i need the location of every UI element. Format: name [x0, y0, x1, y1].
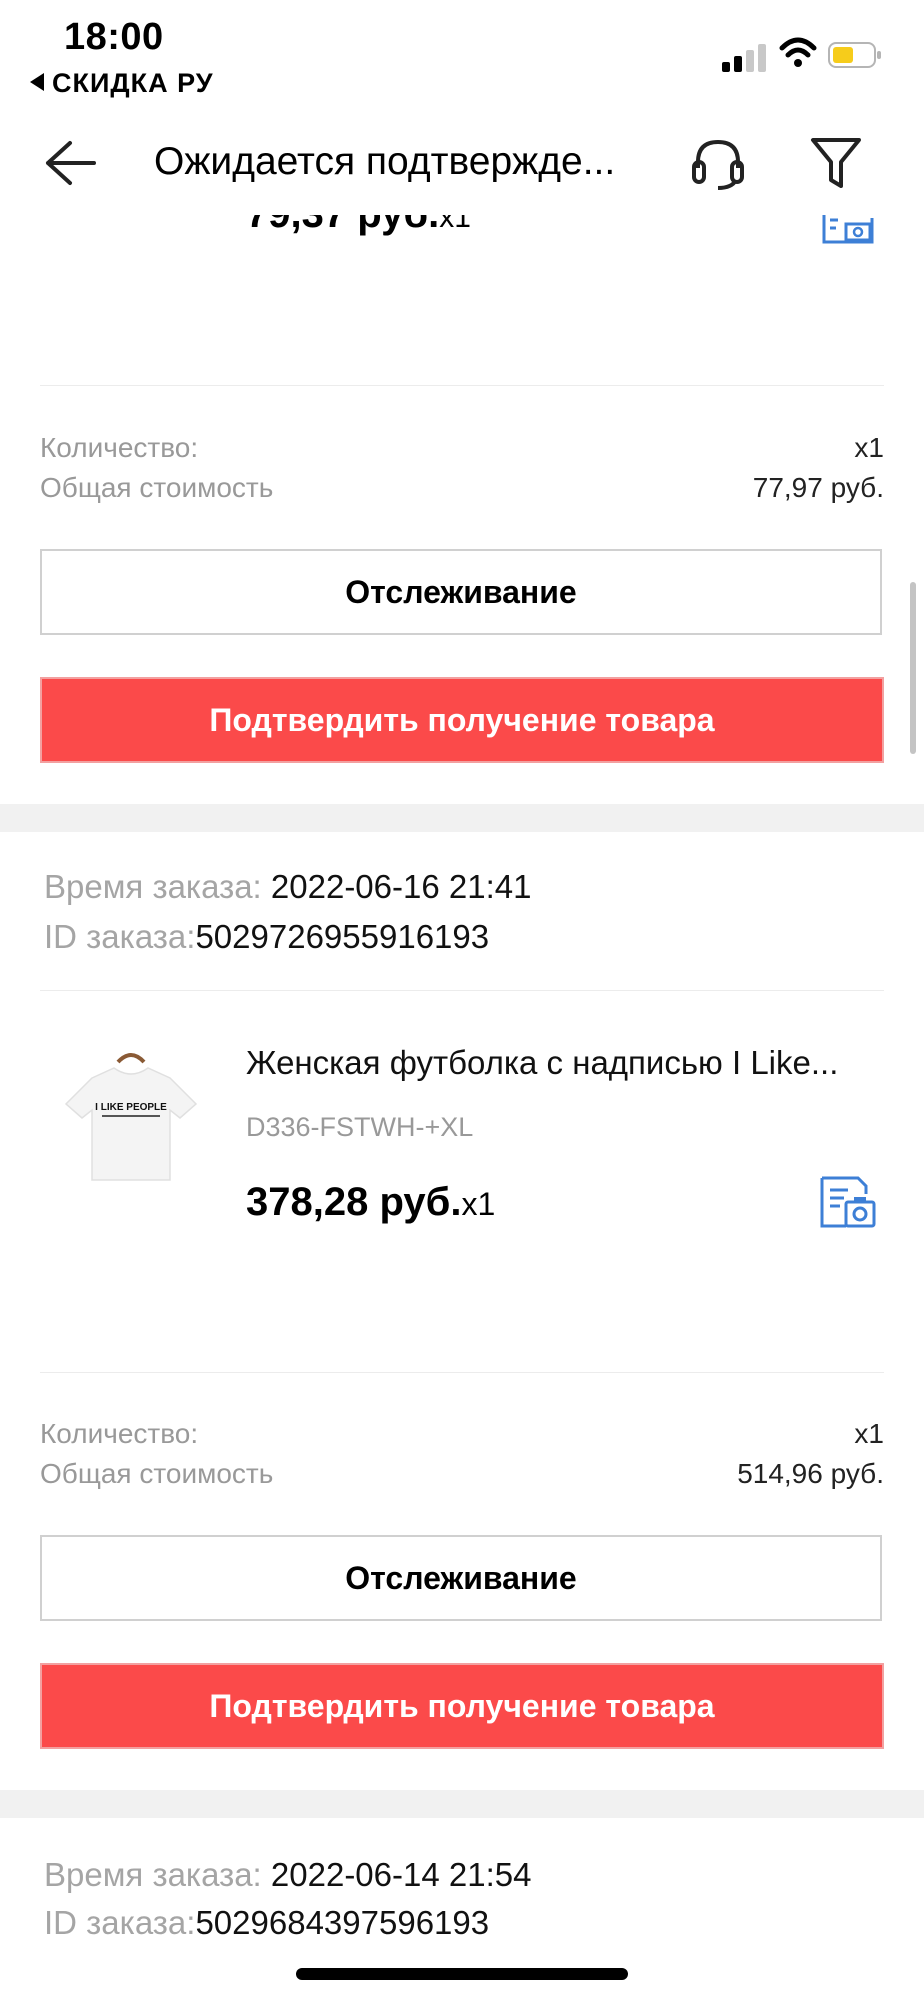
quantity-value: x1 [854, 432, 884, 463]
top-navigation-bar: Ожидается подтвержде... [0, 110, 924, 215]
total-value: 77,97 руб. [752, 472, 884, 503]
headset-icon[interactable] [688, 134, 748, 194]
total-label: Общая стоимость [40, 472, 274, 503]
order-separator [0, 804, 924, 832]
order-time: Время заказа: 2022-06-14 21:54 [44, 1856, 532, 1893]
status-time: 18:00 [64, 16, 164, 58]
divider [40, 990, 884, 991]
home-indicator[interactable] [296, 1968, 628, 1980]
tracking-button[interactable]: Отслеживание [40, 549, 882, 635]
wifi-icon [779, 37, 817, 67]
back-app-label: СКИДКА РУ [52, 68, 214, 98]
quantity-label: Количество: [40, 432, 199, 463]
order-time: Время заказа: 2022-06-16 21:41 [44, 868, 532, 905]
tracking-button[interactable]: Отслеживание [40, 1535, 882, 1621]
confirm-receipt-button[interactable]: Подтвердить получение товара [40, 677, 884, 763]
snapshot-icon[interactable] [818, 1176, 878, 1230]
cellular-signal-icon [722, 40, 768, 72]
order-id: ID заказа:5029684397596193 [44, 1904, 490, 1941]
confirm-receipt-button[interactable]: Подтвердить получение товара [40, 1663, 884, 1749]
scrollbar[interactable] [910, 582, 916, 754]
battery-icon [828, 42, 881, 68]
divider [40, 385, 884, 386]
filter-icon[interactable] [810, 136, 862, 192]
product-sku: D336-FSTWH-+XL [246, 1112, 474, 1142]
back-triangle-icon [30, 73, 44, 91]
page-title: Ожидается подтвержде... [154, 140, 616, 183]
back-to-app-link[interactable]: СКИДКА РУ [30, 68, 214, 99]
total-value: 514,96 руб. [737, 1458, 884, 1489]
divider [40, 1372, 884, 1373]
order-separator [0, 1790, 924, 1818]
back-arrow-icon[interactable] [44, 140, 96, 186]
product-title[interactable]: Женская футболка с надписью I Like... [246, 1044, 876, 1082]
svg-text:I LIKE PEOPLE: I LIKE PEOPLE [95, 1102, 167, 1113]
quantity-label: Количество: [40, 1418, 199, 1449]
total-label: Общая стоимость [40, 1458, 274, 1489]
order-id: ID заказа:5029726955916193 [44, 918, 490, 955]
product-price: 378,28 руб.x1 [246, 1180, 496, 1224]
status-bar: 18:00 СКИДКА РУ [0, 0, 924, 110]
quantity-value: x1 [854, 1418, 884, 1449]
product-image[interactable]: I LIKE PEOPLE [56, 1048, 206, 1198]
